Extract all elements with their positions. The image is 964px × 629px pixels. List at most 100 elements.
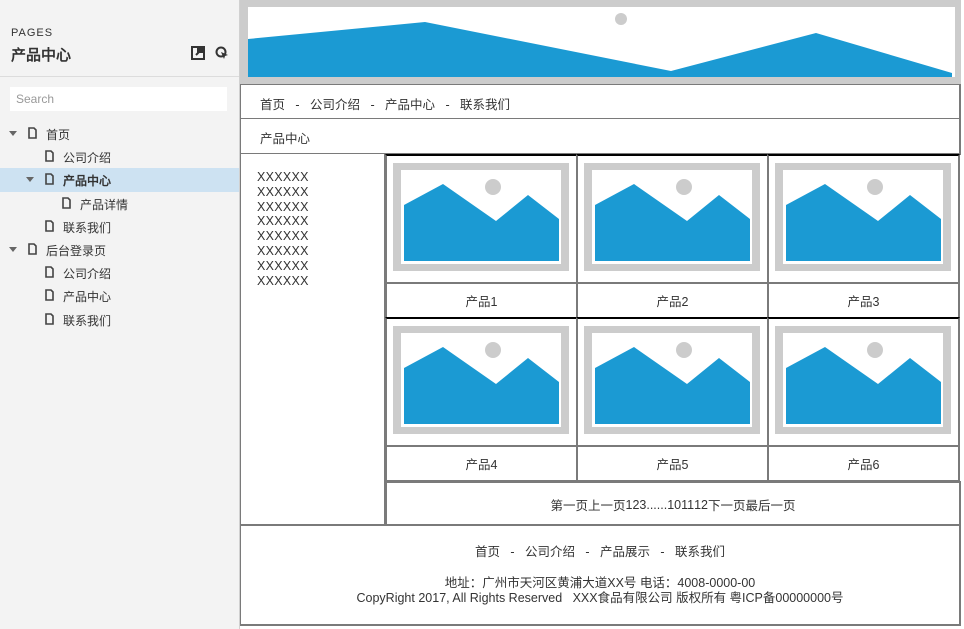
pager-page-link[interactable]: 10 bbox=[667, 498, 681, 512]
product-image-placeholder bbox=[775, 326, 951, 439]
export-icon[interactable] bbox=[191, 46, 205, 60]
side-text-line: XXXXXX bbox=[257, 273, 309, 288]
page-canvas: 首页 - 公司介绍 - 产品中心 - 联系我们 产品中心 XXXXXX XXXXX… bbox=[240, 0, 964, 629]
footer: 首页 - 公司介绍 - 产品展示 - 联系我们 地址：广州市天河区黄浦大道XX号… bbox=[240, 524, 961, 626]
tree-item[interactable]: 产品详情 bbox=[0, 192, 239, 215]
product-image-cell[interactable] bbox=[385, 154, 578, 284]
page-icon bbox=[45, 289, 54, 302]
page-icon bbox=[45, 219, 54, 232]
tree-item[interactable]: 公司介绍 bbox=[0, 145, 239, 168]
image-icon bbox=[775, 163, 951, 271]
sidebar-section-label: PAGES bbox=[11, 27, 54, 39]
nav-link[interactable]: 产品中心 bbox=[385, 98, 435, 112]
side-text-line: XXXXXX bbox=[257, 170, 309, 184]
search-input[interactable] bbox=[10, 87, 227, 111]
product-image-placeholder bbox=[393, 163, 569, 276]
side-text-block: XXXXXX XXXXXX XXXXXX XXXXXX XXXXXX XXXXXX XXXX… bbox=[257, 170, 309, 288]
top-nav: 首页 - 公司介绍 - 产品中心 - 联系我们 bbox=[240, 84, 961, 120]
product-image-cell[interactable] bbox=[385, 317, 578, 447]
tree-item-label: 产品中心 bbox=[63, 290, 112, 305]
tree-item-label: 产品中心 bbox=[63, 174, 112, 189]
product-image-cell[interactable] bbox=[767, 317, 960, 447]
pager-page-link[interactable]: 3 bbox=[639, 498, 646, 512]
pager-page-link[interactable]: 1 bbox=[626, 498, 633, 512]
product-image-placeholder bbox=[393, 326, 569, 439]
nav-separator: - bbox=[575, 545, 600, 559]
breadcrumb: 产品中心 bbox=[240, 119, 961, 155]
product-image-placeholder bbox=[584, 326, 760, 439]
tree-item-label: 产品详情 bbox=[80, 197, 129, 212]
page-icon bbox=[28, 243, 37, 255]
side-text-line: XXXXXX bbox=[257, 243, 309, 258]
product-name[interactable]: 产品3 bbox=[767, 282, 960, 319]
pager-ellipsis: ...... bbox=[646, 497, 668, 512]
image-icon bbox=[393, 163, 569, 271]
image-icon bbox=[393, 326, 569, 434]
page-tree: 首页 公司介绍 产品中心 产品详情 联系我们 后台登录页 公司介绍 产品中心 联系我们 bbox=[0, 122, 239, 331]
nav-separator: - bbox=[360, 98, 386, 112]
page-icon bbox=[45, 150, 54, 162]
tree-item[interactable]: 公司介绍 bbox=[0, 261, 239, 284]
banner-placeholder bbox=[248, 7, 955, 77]
tree-item-label: 后台登录页 bbox=[46, 243, 107, 258]
side-text-line: XXXXXX bbox=[257, 258, 309, 273]
product-image-placeholder bbox=[775, 163, 951, 276]
nav-link[interactable]: 首页 bbox=[260, 98, 285, 112]
expand-caret-icon[interactable] bbox=[9, 246, 17, 252]
nav-separator: - bbox=[285, 98, 311, 112]
nav-link[interactable]: 首页 bbox=[475, 545, 500, 559]
tree-item-label: 公司介绍 bbox=[63, 267, 112, 282]
product-name[interactable]: 产品2 bbox=[576, 282, 769, 319]
tree-item-label: 首页 bbox=[46, 128, 71, 142]
app-window: PAGES 产品中心 首页公司介绍产品中心产品详情联系我们后台登录页公司介绍产品… bbox=[0, 0, 964, 629]
page-icon bbox=[45, 312, 54, 325]
product-name[interactable]: 产品4 bbox=[385, 445, 578, 482]
page-icon bbox=[45, 173, 54, 186]
pager-page-link[interactable]: 12 bbox=[694, 498, 708, 512]
nav-link[interactable]: 公司介绍 bbox=[310, 98, 360, 112]
footer-nav: 首页 - 公司介绍 - 产品展示 - 联系我们 bbox=[241, 541, 959, 560]
product-name[interactable]: 产品5 bbox=[576, 445, 769, 482]
tree-item[interactable]: 产品中心 bbox=[0, 284, 239, 307]
side-text-line: XXXXXX bbox=[257, 214, 309, 229]
footer-copyright: CopyRight 2017, All Rights Reserved XXX食… bbox=[356, 591, 844, 605]
image-icon bbox=[584, 326, 760, 434]
expand-caret-icon[interactable] bbox=[9, 131, 17, 136]
nav-link[interactable]: 联系我们 bbox=[675, 545, 725, 559]
tree-item-label: 联系我们 bbox=[63, 313, 112, 328]
tree-item[interactable]: 产品中心 bbox=[0, 168, 239, 192]
tree-item[interactable]: 后台登录页 bbox=[0, 238, 239, 261]
side-text-line: XXXXXX bbox=[257, 184, 309, 199]
preview-icon[interactable] bbox=[215, 46, 229, 60]
tree-item[interactable]: 联系我们 bbox=[0, 308, 239, 331]
nav-link[interactable]: 公司介绍 bbox=[525, 545, 575, 559]
pager-prev-link[interactable]: 上一页 bbox=[588, 495, 626, 514]
expand-caret-icon[interactable] bbox=[26, 177, 34, 183]
product-name[interactable]: 产品1 bbox=[385, 282, 578, 319]
product-image-placeholder bbox=[584, 163, 760, 276]
pager-first-link[interactable]: 第一页 bbox=[550, 495, 588, 514]
side-column: XXXXXX XXXXXX XXXXXX XXXXXX XXXXXX XXXXXX XXXX… bbox=[240, 154, 386, 526]
banner-image-icon bbox=[248, 13, 952, 77]
tree-item-label: 公司介绍 bbox=[63, 151, 112, 166]
tree-item-label: 联系我们 bbox=[63, 220, 112, 235]
pager-last-link[interactable]: 最后一页 bbox=[746, 495, 796, 514]
product-image-cell[interactable] bbox=[576, 154, 769, 284]
nav-separator: - bbox=[650, 545, 676, 559]
pager-page-link[interactable]: 11 bbox=[681, 498, 694, 512]
nav-separator: - bbox=[499, 545, 525, 559]
nav-link[interactable]: 产品展示 bbox=[600, 545, 650, 559]
product-image-cell[interactable] bbox=[767, 154, 960, 284]
pager-next-link[interactable]: 下一页 bbox=[708, 495, 746, 514]
product-image-cell[interactable] bbox=[576, 317, 769, 447]
page-icon bbox=[45, 266, 54, 278]
pagination: 第一页 上一页 1 2 3 ...... 10 11 12 下一页 最后一页 bbox=[385, 481, 961, 526]
pager-page-link[interactable]: 2 bbox=[632, 498, 639, 512]
tree-item[interactable]: 联系我们 bbox=[0, 215, 239, 238]
tree-item[interactable]: 首页 bbox=[0, 122, 239, 145]
side-text-line: XXXXXX bbox=[257, 199, 309, 214]
product-name[interactable]: 产品6 bbox=[767, 445, 960, 482]
current-page-title: 产品中心 bbox=[11, 47, 72, 64]
nav-link[interactable]: 联系我们 bbox=[460, 98, 510, 112]
image-icon bbox=[775, 326, 951, 434]
